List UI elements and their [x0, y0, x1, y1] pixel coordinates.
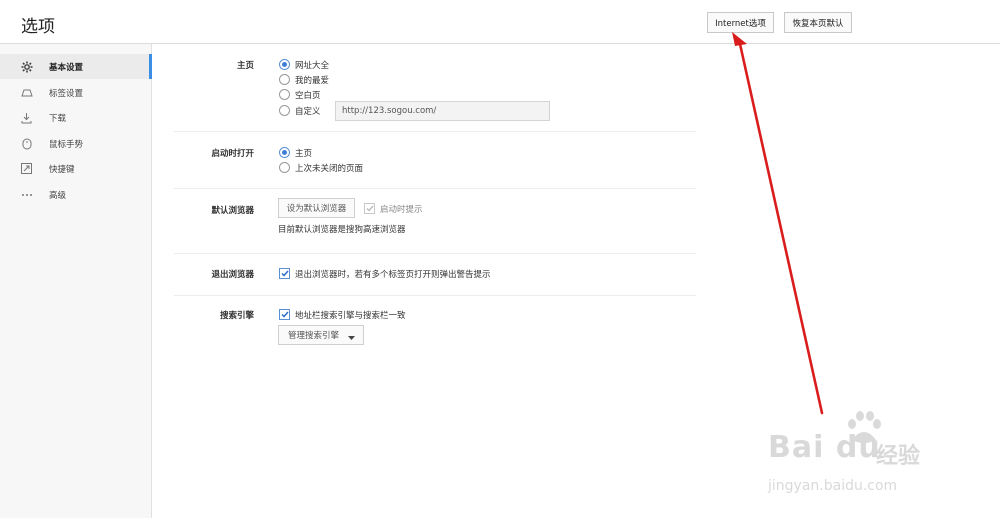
download-icon	[20, 111, 33, 124]
internet-options-button[interactable]: Internet选项	[707, 12, 774, 33]
top-bar: 选项 Internet选项 恢复本页默认	[0, 0, 1000, 44]
baidu-watermark: Bai du 经验 jingyan.baidu.com	[768, 410, 948, 500]
homepage-option-favorites[interactable]: 我的最爱	[279, 73, 329, 86]
sidebar-item-shortcuts[interactable]: 快捷键	[0, 156, 152, 181]
exit-browser-label: 退出浏览器	[211, 270, 254, 280]
restore-defaults-button[interactable]: 恢复本页默认	[784, 12, 852, 33]
checkbox-checked[interactable]	[279, 309, 290, 320]
option-label: 我的最爱	[295, 75, 330, 86]
startup-option-last-session[interactable]: 上次未关闭的页面	[279, 161, 363, 174]
sidebar-item-tabs[interactable]: 标签设置	[0, 80, 152, 105]
option-label: 网址大全	[295, 60, 330, 71]
default-browser-section: 默认浏览器 设为默认浏览器 启动时提示 目前默认浏览器是搜狗高速浏览器	[174, 198, 696, 243]
tab-icon	[20, 86, 33, 99]
option-label: 地址栏搜索引擎与搜索栏一致	[295, 310, 406, 321]
divider	[174, 253, 696, 254]
sidebar-item-label: 高级	[49, 190, 67, 201]
mouse-icon	[20, 137, 33, 150]
startup-option-home[interactable]: 主页	[279, 146, 312, 159]
exit-warning-checkbox[interactable]: 退出浏览器时，若有多个标签页打开则弹出警告提示	[279, 267, 491, 280]
homepage-label: 主页	[236, 61, 254, 71]
watermark-logo: Bai du	[768, 430, 881, 465]
gear-icon	[20, 60, 33, 73]
radio[interactable]	[279, 162, 290, 173]
shortcut-icon	[20, 162, 33, 175]
homepage-option-custom[interactable]: 自定义	[279, 104, 321, 117]
radio[interactable]	[279, 89, 290, 100]
dropdown-label: 管理搜索引擎	[288, 331, 340, 341]
sidebar-item-label: 基本设置	[49, 62, 84, 73]
option-label: 主页	[295, 148, 313, 159]
radio-selected[interactable]	[279, 59, 290, 70]
default-browser-status: 目前默认浏览器是搜狗高速浏览器	[278, 225, 406, 235]
page-title: 选项	[21, 17, 55, 37]
divider	[174, 131, 696, 132]
search-engine-section: 搜索引擎 地址栏搜索引擎与搜索栏一致 管理搜索引擎	[174, 307, 696, 347]
caret-down-icon	[348, 333, 355, 343]
option-label: 退出浏览器时，若有多个标签页打开则弹出警告提示	[295, 269, 491, 280]
sidebar-item-advanced[interactable]: 高级	[0, 182, 152, 207]
sidebar-item-label: 快捷键	[49, 164, 75, 175]
homepage-option-nav[interactable]: 网址大全	[279, 58, 329, 71]
homepage-option-blank[interactable]: 空白页	[279, 88, 321, 101]
search-engine-label: 搜索引擎	[219, 311, 254, 321]
checkbox-disabled[interactable]	[364, 203, 375, 214]
radio[interactable]	[279, 74, 290, 85]
default-browser-label: 默认浏览器	[211, 206, 254, 216]
radio[interactable]	[279, 105, 290, 116]
radio-selected[interactable]	[279, 147, 290, 158]
sidebar-item-mouse-gesture[interactable]: 鼠标手势	[0, 131, 152, 156]
watermark-cn: 经验	[876, 444, 921, 469]
sidebar-item-download[interactable]: 下载	[0, 105, 152, 130]
sidebar-item-label: 鼠标手势	[49, 139, 84, 150]
option-label: 上次未关闭的页面	[295, 163, 364, 174]
option-label: 自定义	[295, 106, 321, 117]
set-default-browser-button[interactable]: 设为默认浏览器	[278, 198, 355, 218]
sidebar: 基本设置 标签设置 下载 鼠标手势 快捷键 高级	[0, 44, 152, 518]
option-label: 启动时提示	[380, 204, 423, 215]
startup-section: 启动时打开 主页 上次未关闭的页面	[174, 145, 696, 185]
custom-homepage-url-input[interactable]	[335, 101, 550, 121]
sidebar-item-label: 标签设置	[49, 88, 84, 99]
sidebar-item-basic[interactable]: 基本设置	[0, 54, 152, 79]
startup-label: 启动时打开	[211, 149, 254, 159]
exit-browser-section: 退出浏览器 退出浏览器时，若有多个标签页打开则弹出警告提示	[174, 266, 696, 282]
more-icon	[20, 188, 33, 201]
watermark-url: jingyan.baidu.com	[768, 478, 898, 494]
sidebar-item-label: 下载	[49, 113, 67, 124]
divider	[174, 188, 696, 189]
option-label: 空白页	[295, 90, 321, 101]
manage-search-engines-dropdown[interactable]: 管理搜索引擎	[278, 325, 364, 345]
startup-prompt-checkbox[interactable]: 启动时提示	[364, 202, 423, 215]
search-engine-sync-checkbox[interactable]: 地址栏搜索引擎与搜索栏一致	[279, 308, 406, 321]
divider	[174, 295, 696, 296]
checkbox-checked[interactable]	[279, 268, 290, 279]
